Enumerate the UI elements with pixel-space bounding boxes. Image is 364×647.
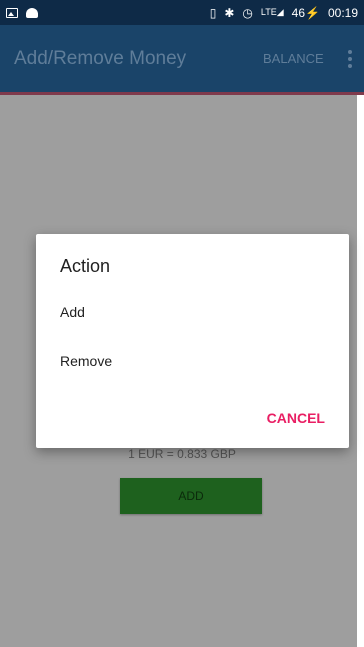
alarm-icon: ◷: [242, 5, 253, 20]
android-notification-icon: [26, 7, 38, 18]
page-title: Add/Remove Money: [14, 47, 187, 69]
bluetooth-icon: ✱: [224, 5, 235, 20]
exchange-rate-text: 1 EUR = 0.833 GBP: [128, 447, 236, 461]
overflow-menu-icon[interactable]: [340, 25, 360, 92]
status-bar: ▯ ✱ ◷ LTE◢ 46⚡ 00:19: [0, 0, 364, 25]
dialog-option-remove[interactable]: Remove: [60, 346, 325, 376]
gallery-notification-icon: [6, 7, 18, 18]
overflow-dot: [348, 63, 352, 68]
clock: 00:19: [327, 5, 358, 20]
vibrate-icon: ▯: [209, 5, 217, 20]
balance-button[interactable]: BALANCE: [263, 25, 324, 92]
dialog-option-add[interactable]: Add: [60, 297, 325, 327]
overflow-dot: [348, 56, 352, 61]
overflow-dot: [348, 49, 352, 54]
action-dialog: Action Add Remove CANCEL: [36, 234, 349, 448]
add-button[interactable]: ADD: [120, 478, 262, 514]
cancel-button[interactable]: CANCEL: [267, 410, 325, 426]
signal-icon: LTE◢: [260, 7, 284, 17]
content-edge: [357, 95, 364, 647]
app-bar: Add/Remove Money BALANCE: [0, 25, 364, 92]
charging-icon: ⚡: [305, 5, 320, 20]
battery-level: 46: [291, 5, 306, 20]
dialog-title: Action: [60, 256, 111, 276]
status-left: [6, 7, 38, 18]
status-right: ▯ ✱ ◷ LTE◢ 46⚡ 00:19: [210, 6, 358, 20]
battery-indicator: 46⚡: [292, 6, 320, 20]
